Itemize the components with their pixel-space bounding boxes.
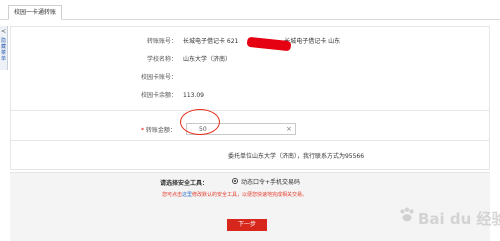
amount-label: * 转账金额： [141,127,176,134]
card-number-label: 校园卡账号： [140,74,177,81]
security-tool-title: 请选择安全工具： [160,180,209,187]
highlight-circle [180,109,220,135]
card-number-row: 校园卡账号： [11,73,491,83]
clear-icon[interactable]: × [286,123,292,135]
school-name-label: 学校名称： [146,56,177,63]
sidebar-toggle[interactable]: < 隐藏菜单 [0,26,8,70]
watermark: Bai du 经验 [398,196,500,236]
sidebar-toggle-label: 隐藏菜单 [1,38,7,62]
change-security-tool-link[interactable]: 这里 [182,192,192,198]
tab-campus-card-transfer[interactable]: 校园一卡通转账 [8,5,62,20]
watermark-text: Bai du 经验 [418,210,500,228]
chevron-left-icon: < [1,28,7,35]
security-option-radio[interactable] [232,178,238,184]
security-option-label[interactable]: 动态口令+手机交易码 [241,177,300,186]
card-balance-label: 校园卡余额： [140,92,177,99]
card-balance-value: 113.09 [183,92,204,99]
school-name-value: 山东大学（济南） [183,56,232,63]
notice-text: 委托单位山东大学（济南），我行联系方式为95566 [227,153,365,160]
transfer-account-label: 转账账号： [146,38,177,45]
notice-section: 委托单位山东大学（济南），我行联系方式为95566 [10,140,490,170]
school-name-row: 学校名称： 山东大学（济南） [11,55,491,65]
paw-logo-icon [400,207,414,222]
next-button[interactable]: 下一步 [227,219,267,231]
transfer-account-row: 转账账号： 长城电子借记卡 621 长城电子借记卡 山东 [11,36,491,52]
tab-bar: 校园一卡通转账 [0,0,500,20]
security-tip: 您可点击这里修改默认的安全工具，以便您快速地完成相关交易。 [162,192,308,198]
card-balance-row: 校园卡余额： 113.09 [11,91,491,101]
